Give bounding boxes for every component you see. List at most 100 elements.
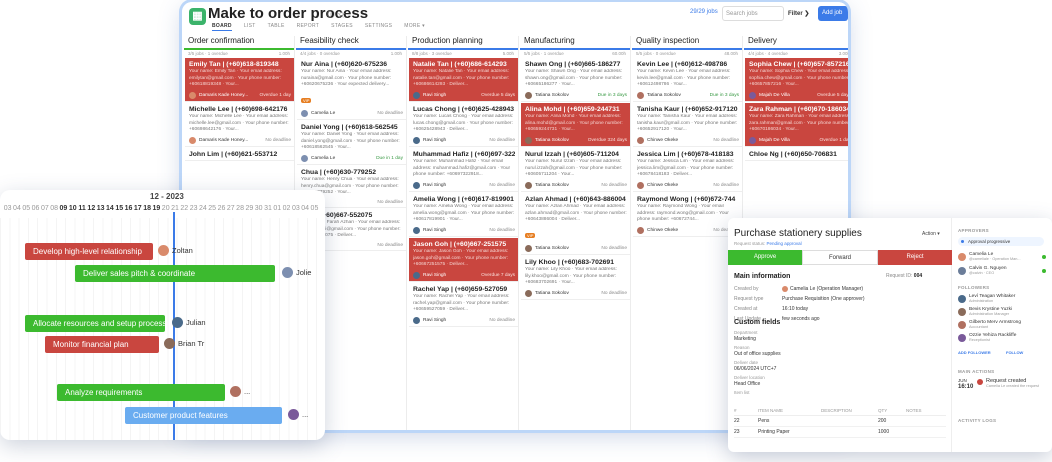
- job-assignee[interactable]: Majah De Villa: [749, 92, 790, 99]
- gantt-task-bar[interactable]: Analyze requirements: [57, 384, 225, 401]
- column-color-bar: [520, 48, 630, 50]
- job-assignee[interactable]: Ravi Singh: [413, 92, 446, 99]
- job-card[interactable]: Natalie Tan | (+60)686-614293 Your name: …: [409, 58, 518, 102]
- job-card-title: Jason Goh | (+60)667-251575: [413, 241, 507, 248]
- job-card[interactable]: Daniel Yong | (+60)618-562545 Your name: …: [297, 121, 406, 165]
- job-assignee[interactable]: Damaris Kade Honey...: [189, 137, 248, 144]
- approval-progress-chip[interactable]: Approval progressive: [958, 237, 1044, 246]
- job-assignee[interactable]: Ravi Singh: [413, 317, 446, 324]
- job-assignee[interactable]: Ravi Singh: [413, 272, 446, 279]
- column-title[interactable]: Quality inspection: [632, 36, 742, 47]
- column-title[interactable]: Production planning: [408, 36, 518, 47]
- job-card[interactable]: Amelia Wong | (+60)617-819901 Your name: …: [409, 193, 518, 237]
- job-card[interactable]: Michelle Lee | (+60)698-642176 Your name:…: [185, 103, 294, 147]
- approver-2[interactable]: Calvin G. Nguyen @calvin · CEO: [958, 266, 1007, 275]
- job-card[interactable]: Jessica Lim | (+60)678-418183 Your name: …: [633, 148, 742, 192]
- job-card[interactable]: Kevin Lee | (+60)612-498786 Your name: Ke…: [633, 58, 742, 102]
- job-card[interactable]: Raymond Wong | (+60)672-744 Your name: Ra…: [633, 193, 742, 237]
- gantt-assignee[interactable]: ...: [230, 386, 250, 397]
- job-assignee[interactable]: Tatiana Sokolov: [637, 92, 681, 99]
- approve-button[interactable]: Approve: [728, 250, 802, 265]
- tab-settings[interactable]: SETTINGS: [365, 23, 392, 31]
- job-assignee[interactable]: Tatiana Sokolov: [525, 137, 569, 144]
- tab-more[interactable]: MORE ▾: [404, 23, 425, 31]
- job-card[interactable]: Shawn Ong | (+60)665-186277 Your name: Sh…: [521, 58, 630, 102]
- job-card[interactable]: Lily Khoo | (+60)683-702691 Your name: Li…: [521, 256, 630, 300]
- job-assignee[interactable]: Damaris Kade Honey...: [189, 92, 248, 99]
- job-assignee[interactable]: Ravi Singh: [413, 182, 446, 189]
- request-id-label: Request ID:: [886, 273, 913, 279]
- info-value-text: few seconds ago: [782, 316, 820, 322]
- request-id-value: 004: [913, 273, 923, 279]
- job-card[interactable]: Alina Mohd | (+60)659-244731 Your name: A…: [521, 103, 630, 147]
- follower[interactable]: Ozzie Yehiza Rackliffe Receptionist: [958, 333, 1016, 342]
- job-card[interactable]: Azlan Ahmad | (+60)643-886004 Your name: …: [521, 193, 630, 255]
- action-dropdown[interactable]: Action ▾: [922, 231, 940, 237]
- add-job-button[interactable]: Add job: [818, 6, 848, 21]
- gantt-task-bar[interactable]: Deliver sales pitch & coordinate: [75, 265, 275, 282]
- tab-board[interactable]: BOARD: [212, 23, 232, 31]
- gantt-task-bar[interactable]: Customer product features: [125, 407, 282, 424]
- gantt-task-bar[interactable]: Allocate resources and setup process: [25, 315, 166, 332]
- gantt-task-bar[interactable]: Develop high-level relationship: [25, 243, 153, 260]
- item-row[interactable]: 22 Pens 200: [734, 416, 946, 427]
- search-input[interactable]: Search jobs: [722, 6, 784, 21]
- follower[interactable]: Bevis Krystine Yuzki Administration Manag…: [958, 307, 1012, 316]
- due-status: Overdue 7 days: [481, 273, 515, 278]
- job-card[interactable]: Sophia Chew | (+60)657-857216 Your name: …: [745, 58, 848, 102]
- job-card[interactable]: Lucas Chong | (+60)625-428943 Your name: …: [409, 103, 518, 147]
- job-card[interactable]: Chloe Ng | (+60)650-706831: [745, 148, 848, 161]
- job-card[interactable]: Tanisha Kaur | (+60)652-917120 Your name:…: [633, 103, 742, 147]
- gantt-assignee[interactable]: Julian: [172, 317, 206, 328]
- column-title[interactable]: Delivery: [744, 36, 848, 47]
- tab-stages[interactable]: STAGES: [331, 23, 353, 31]
- reject-button[interactable]: Reject: [878, 250, 952, 265]
- gantt-assignee[interactable]: Jolie: [282, 267, 311, 278]
- job-assignee[interactable]: Ravi Singh: [413, 227, 446, 234]
- approver-1[interactable]: Camelia Le @cameliale · Operation Man...: [958, 252, 1021, 261]
- job-assignee[interactable]: Majah De Villa: [749, 137, 790, 144]
- due-status: No deadline: [601, 246, 627, 251]
- job-assignee[interactable]: Tatiana Sokolov: [525, 92, 569, 99]
- info-star-icon[interactable]: ⓘ ☆: [327, 9, 345, 20]
- job-card[interactable]: Muhammad Hafiz | (+60)697-322918Your nam…: [409, 148, 518, 192]
- job-assignee[interactable]: Tatiana Sokolov: [525, 290, 569, 297]
- job-card[interactable]: Nurul Izzah | (+60)605-711204 Your name: …: [521, 148, 630, 192]
- job-card[interactable]: John Lim | (+60)621-553712: [185, 148, 294, 161]
- gantt-day: 27: [226, 205, 235, 212]
- gantt-assignee[interactable]: Zoltan: [158, 245, 193, 256]
- column-title[interactable]: Feasibility check: [296, 36, 406, 47]
- column-title[interactable]: Order confirmation: [184, 36, 294, 47]
- job-assignee[interactable]: Tatiana Sokolov: [525, 182, 569, 189]
- info-value-text: Camelia Le (Operation Manager): [790, 286, 864, 292]
- job-card[interactable]: Nur Aina | (+60)620-675236 Your name: Nur…: [297, 58, 406, 120]
- job-assignee[interactable]: Camelia Le: [301, 110, 335, 117]
- follower[interactable]: Gilberto Merv Armstrong Accountant: [958, 320, 1021, 329]
- follow-link[interactable]: FOLLOW: [1006, 350, 1023, 355]
- job-assignee[interactable]: Chinwe Okeke: [637, 182, 678, 189]
- job-assignee[interactable]: Tatiana Sokolov: [525, 245, 569, 252]
- follower[interactable]: Leví Teagan Whitaker Administration: [958, 294, 1015, 303]
- forward-button[interactable]: Forward: [802, 250, 878, 265]
- job-assignee[interactable]: Camelia Le: [301, 155, 335, 162]
- column-title[interactable]: Manufacturing: [520, 36, 630, 47]
- gantt-assignee[interactable]: Brian Tr: [164, 338, 204, 349]
- job-assignee[interactable]: Chinwe Okeke: [637, 227, 678, 234]
- gantt-task-bar[interactable]: Monitor financial plan: [45, 336, 159, 353]
- job-card-title: Natalie Tan | (+60)686-614293: [413, 61, 507, 68]
- tab-table[interactable]: TABLE: [268, 23, 285, 31]
- item-row[interactable]: 23 Printing Paper 1000: [734, 427, 946, 438]
- tab-list[interactable]: LIST: [244, 23, 256, 31]
- job-card[interactable]: Emily Tan | (+60)618-819348 Your name: Em…: [185, 58, 294, 102]
- filter-button[interactable]: Filter ❯: [788, 6, 809, 17]
- job-card[interactable]: Rachel Yap | (+60)659-527059 Your name: R…: [409, 283, 518, 327]
- job-assignee[interactable]: Ravi Singh: [413, 137, 446, 144]
- gantt-day: 05: [22, 205, 31, 212]
- gantt-assignee[interactable]: ...: [288, 409, 308, 420]
- info-label: Request type: [734, 296, 764, 302]
- job-card[interactable]: Zara Rahman | (+60)670-186034 Your name: …: [745, 103, 848, 147]
- job-card[interactable]: Jason Goh | (+60)667-251575 Your name: Ja…: [409, 238, 518, 282]
- add-follower-link[interactable]: ADD FOLLOWER: [958, 350, 991, 355]
- job-assignee[interactable]: Chinwe Okeke: [637, 137, 678, 144]
- tab-report[interactable]: REPORT: [297, 23, 320, 31]
